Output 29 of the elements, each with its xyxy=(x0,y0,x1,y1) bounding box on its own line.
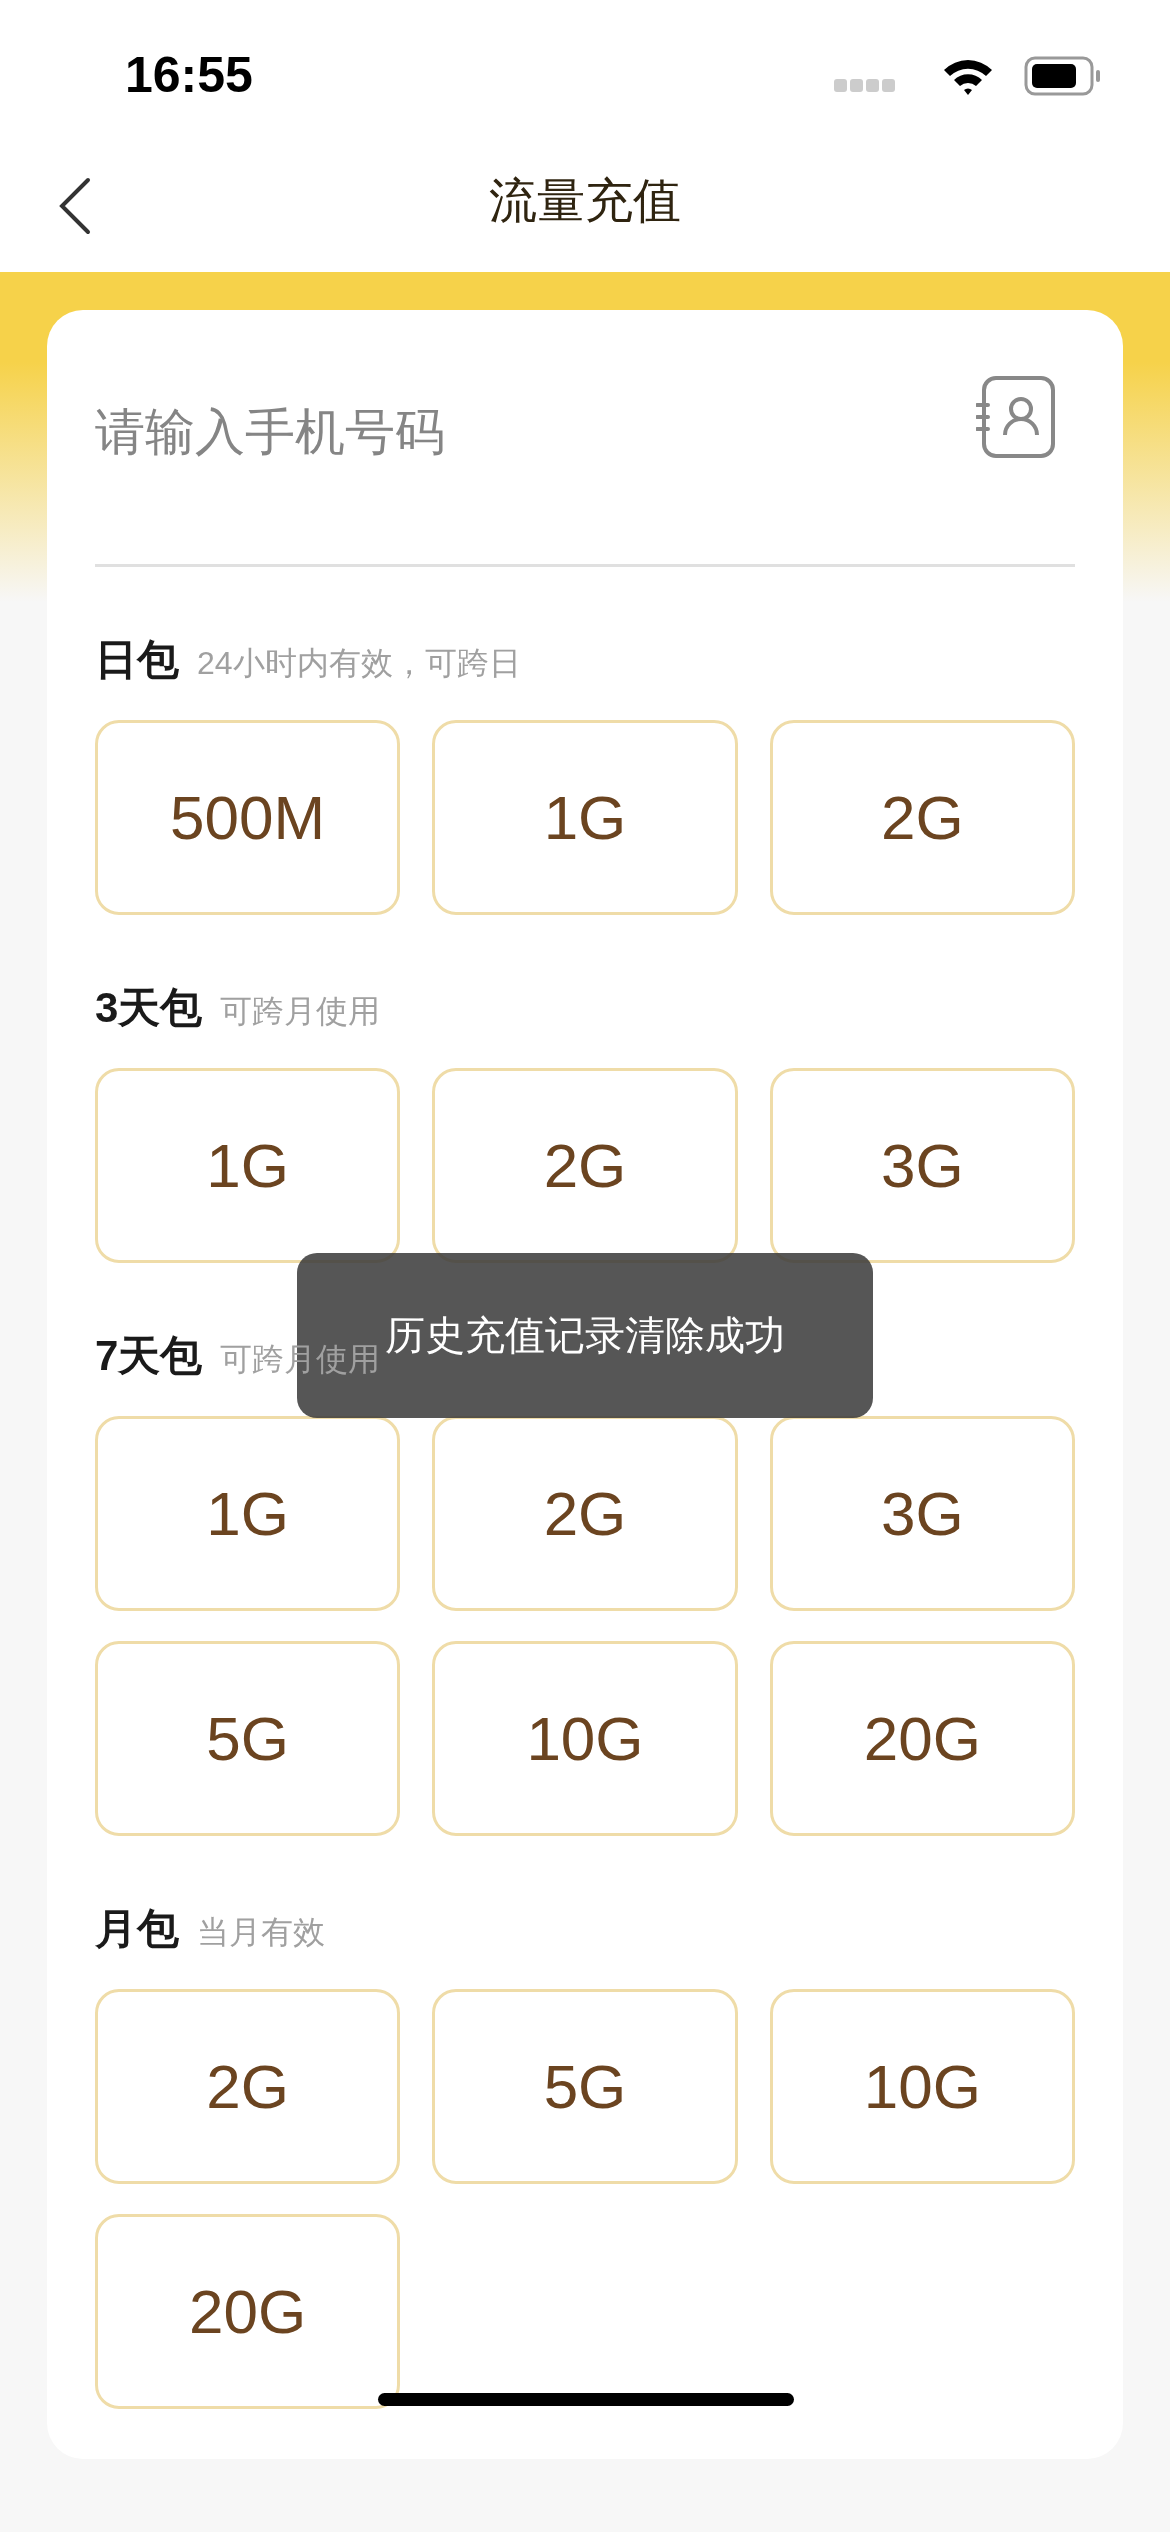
package-title: 7天包 xyxy=(95,1331,203,1381)
package-hint: 可跨月使用 xyxy=(220,1340,381,1379)
package-option[interactable]: 3G xyxy=(769,1416,1075,1611)
package-option[interactable]: 1G xyxy=(95,1416,401,1611)
phone-input[interactable]: 请输入手机号码 xyxy=(95,392,976,472)
package-option[interactable]: 20G xyxy=(95,2214,401,2409)
package-option[interactable]: 1G xyxy=(95,1068,401,1263)
package-option[interactable]: 1G xyxy=(432,720,738,915)
contacts-icon[interactable] xyxy=(976,375,1056,459)
package-option[interactable]: 10G xyxy=(432,1641,738,1836)
package-option[interactable]: 2G xyxy=(95,1989,401,2184)
package-title: 月包 xyxy=(95,1904,179,1954)
package-hint: 24小时内有效，可跨日 xyxy=(197,644,521,683)
package-title: 日包 xyxy=(95,635,179,685)
package-option[interactable]: 5G xyxy=(432,1989,738,2184)
package-option[interactable]: 20G xyxy=(769,1641,1075,1836)
package-option[interactable]: 2G xyxy=(432,1416,738,1611)
package-option[interactable]: 5G xyxy=(95,1641,401,1836)
package-title: 3天包 xyxy=(95,983,203,1033)
status-time: 16:55 xyxy=(125,46,253,104)
package-hint: 可跨月使用 xyxy=(220,992,381,1031)
package-option[interactable]: 10G xyxy=(769,1989,1075,2184)
signal-icon xyxy=(834,77,896,93)
package-hint: 当月有效 xyxy=(197,1913,325,1952)
page-title: 流量充值 xyxy=(489,173,681,229)
package-option[interactable]: 500M xyxy=(95,720,401,915)
package-option[interactable]: 2G xyxy=(769,720,1075,915)
package-option[interactable]: 3G xyxy=(769,1068,1075,1263)
battery-icon xyxy=(1024,56,1102,96)
